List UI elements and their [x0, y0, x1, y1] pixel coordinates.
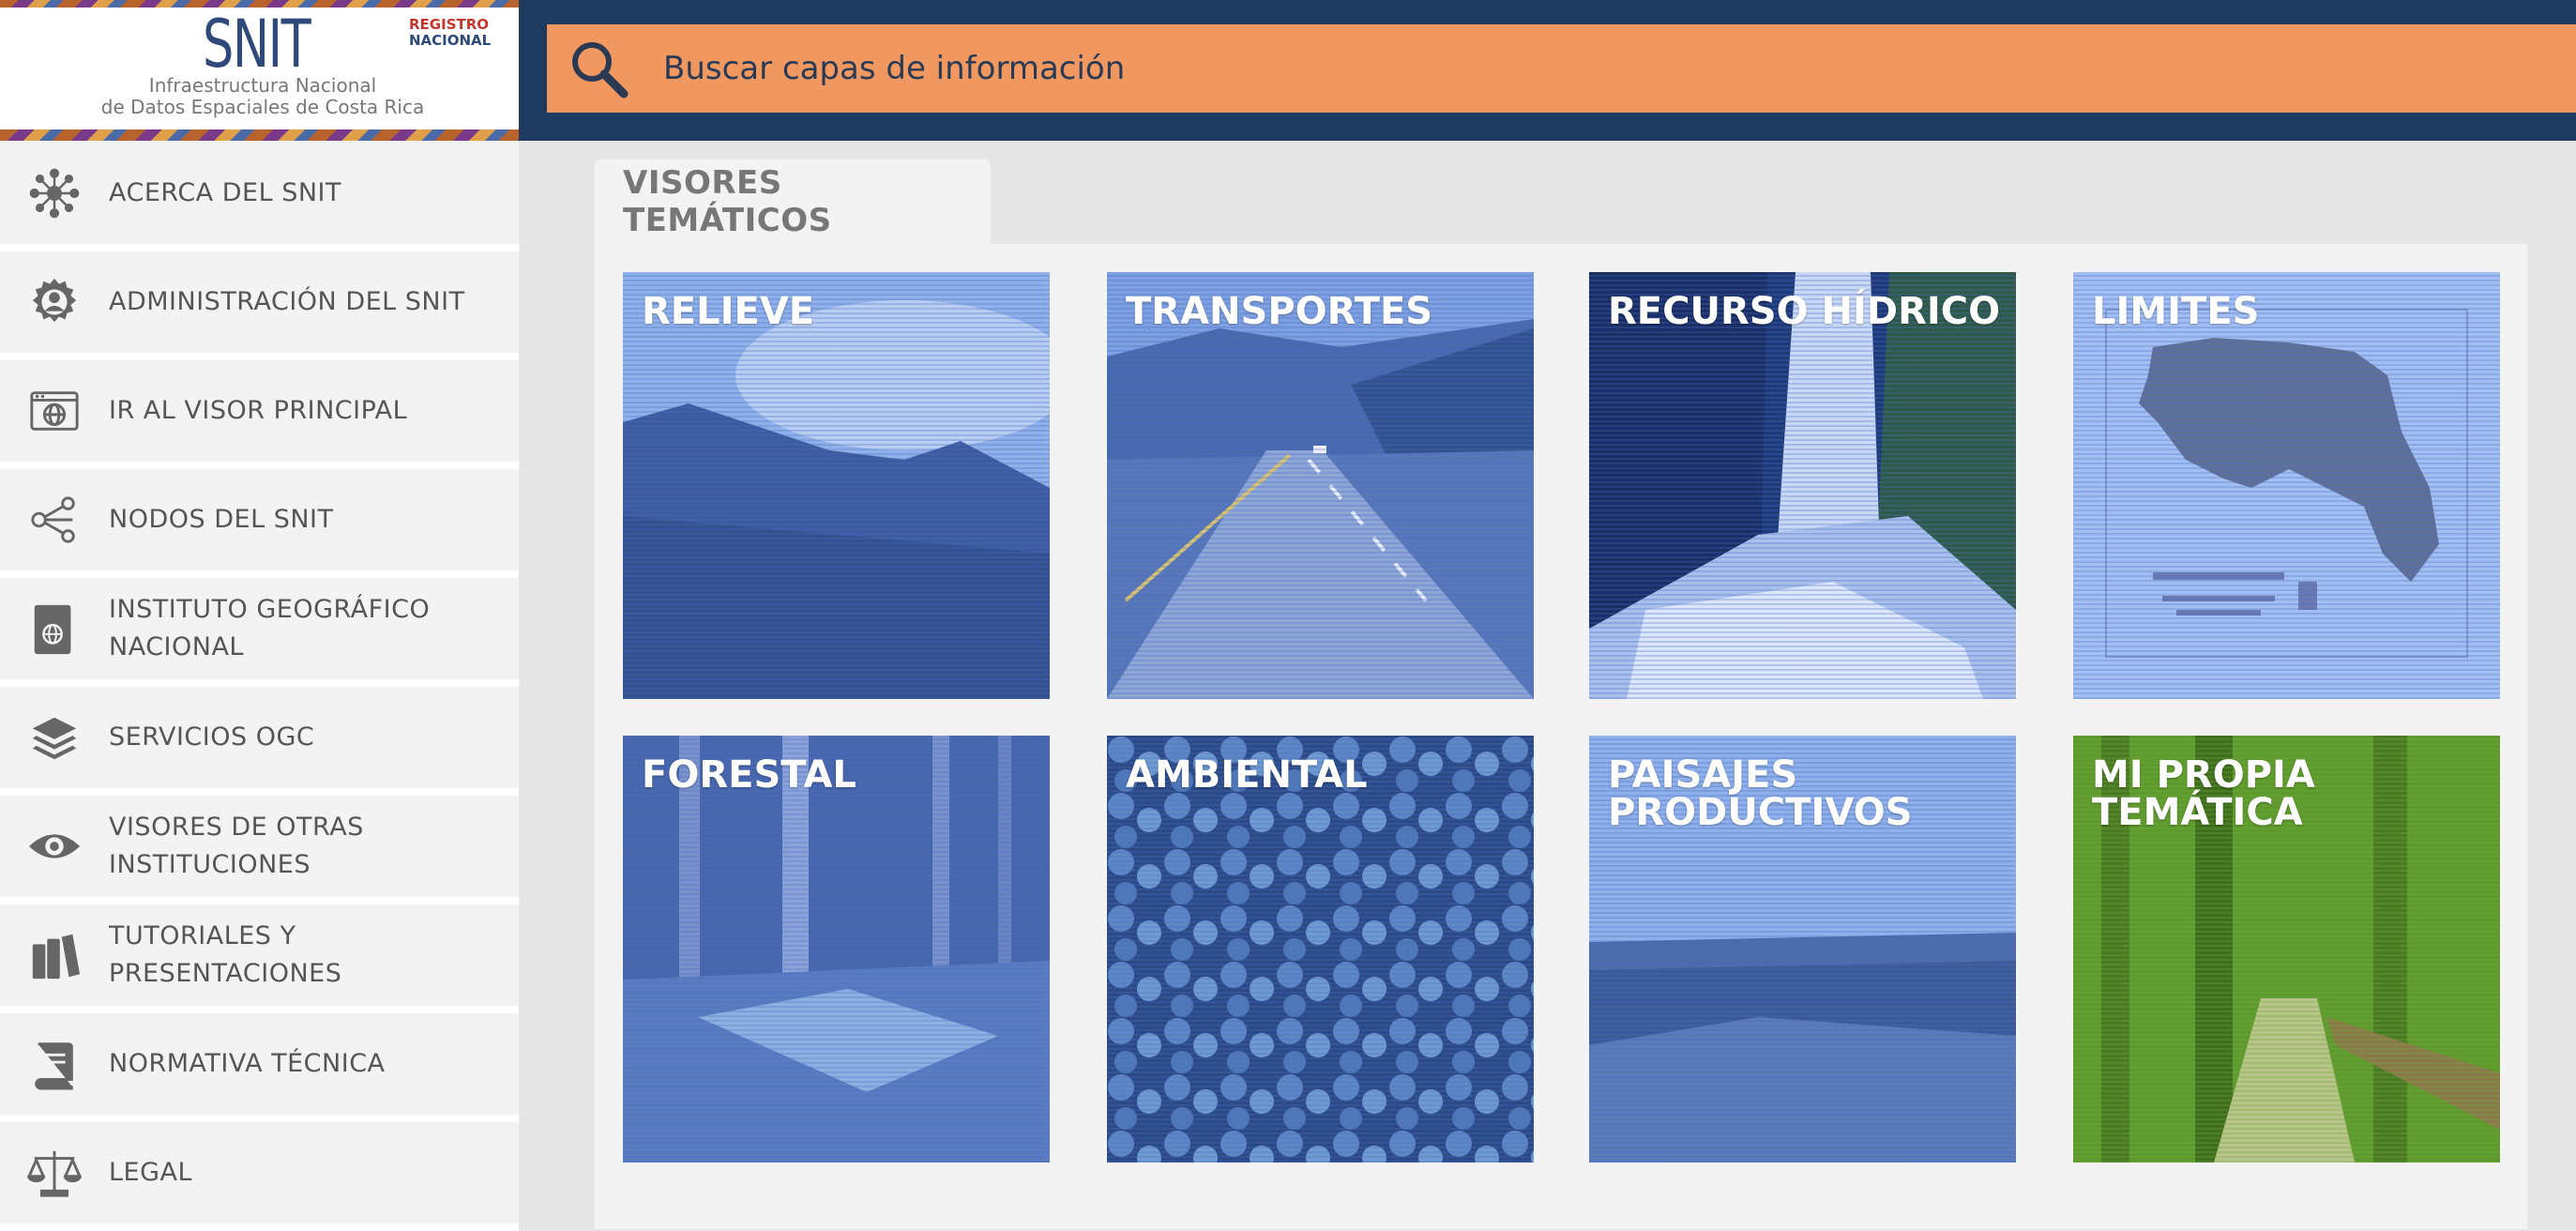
tile-transportes[interactable]: TRANSPORTES: [1107, 272, 1534, 699]
logo-decorative-band-bottom: [0, 129, 519, 141]
tile-title: PAISAJES PRODUCTIVOS: [1608, 753, 1913, 834]
tab-visores-tematicos[interactable]: VISORES TEMÁTICOS: [595, 160, 991, 244]
tile-limites[interactable]: LIMITES: [2073, 272, 2500, 699]
sidebar-item-acerca[interactable]: ACERCA DEL SNIT: [0, 143, 519, 251]
tile-overlay: [1589, 272, 2016, 699]
snit-logo[interactable]: SNIT REGISTRO NACIONAL Infraestructura N…: [0, 0, 519, 141]
sidebar-item-ign[interactable]: INSTITUTO GEOGRÁFICO NACIONAL: [0, 578, 519, 687]
sidebar-item-label: IR AL VISOR PRINCIPAL: [109, 396, 408, 425]
tile-overlay: [1107, 272, 1534, 699]
tile-title: AMBIENTAL: [1126, 753, 1368, 797]
sidebar-item-nodos[interactable]: NODOS DEL SNIT: [0, 469, 519, 578]
sidebar-item-administracion[interactable]: ADMINISTRACIÓN DEL SNIT: [0, 251, 519, 360]
tile-overlay: [1107, 736, 1534, 1163]
sidebar-item-normativa[interactable]: NORMATIVA TÉCNICA: [0, 1013, 519, 1122]
logo-title: SNIT: [203, 6, 311, 83]
globe-book-icon: [26, 600, 83, 657]
sidebar-item-legal[interactable]: LEGAL: [0, 1122, 519, 1231]
tile-ambiental[interactable]: AMBIENTAL: [1107, 736, 1534, 1163]
sidebar-item-label: NODOS DEL SNIT: [109, 505, 334, 534]
sidebar-item-label: ADMINISTRACIÓN DEL SNIT: [109, 287, 465, 316]
share-nodes-icon: [26, 492, 83, 548]
tile-title: MI PROPIA TEMÁTICA: [2092, 753, 2315, 834]
sidebar: SNIT REGISTRO NACIONAL Infraestructura N…: [0, 0, 519, 1231]
tile-recurso-hidrico[interactable]: RECURSO HÍDRICO: [1589, 272, 2016, 699]
sidebar-item-label: INSTITUTO GEOGRÁFICO NACIONAL: [109, 595, 431, 661]
logo-subtitle-line1: Infraestructura Nacional: [148, 74, 377, 97]
layers-icon: [26, 709, 83, 766]
scales-icon: [26, 1145, 83, 1201]
network-icon: [26, 165, 83, 221]
logo-subtitle: Infraestructura Nacional de Datos Espaci…: [94, 75, 432, 118]
search-icon[interactable]: [566, 36, 631, 101]
partner-line2: NACIONAL: [409, 32, 492, 49]
tile-title: FORESTAL: [642, 753, 856, 797]
sidebar-item-otros-visores[interactable]: VISORES DE OTRAS INSTITUCIONES: [0, 796, 519, 904]
tile-forestal[interactable]: FORESTAL: [623, 736, 1050, 1163]
tile-mi-propia-tematica[interactable]: MI PROPIA TEMÁTICA: [2073, 736, 2500, 1163]
search-input[interactable]: Buscar capas de información: [663, 50, 1125, 87]
sidebar-item-label: NORMATIVA TÉCNICA: [109, 1049, 386, 1078]
tab-label: VISORES TEMÁTICOS: [623, 164, 832, 239]
sidebar-item-label: VISORES DE OTRAS INSTITUCIONES: [109, 813, 364, 879]
sidebar-item-tutoriales[interactable]: TUTORIALES Y PRESENTACIONES: [0, 904, 519, 1013]
tile-title: RECURSO HÍDRICO: [1608, 290, 2001, 333]
gear-user-icon: [26, 274, 83, 330]
tile-title: LIMITES: [2092, 290, 2260, 333]
logo-subtitle-line2: de Datos Espaciales de Costa Rica: [100, 96, 425, 118]
books-icon: [26, 927, 83, 983]
browser-globe-icon: [26, 383, 83, 439]
book-icon: [26, 1036, 83, 1092]
sidebar-item-label: SERVICIOS OGC: [109, 722, 315, 752]
partner-line1: REGISTRO: [409, 16, 490, 33]
sidebar-item-label: TUTORIALES Y PRESENTACIONES: [109, 921, 342, 988]
tile-title: RELIEVE: [642, 290, 815, 333]
sidebar-item-visor-principal[interactable]: IR AL VISOR PRINCIPAL: [0, 360, 519, 469]
eye-icon: [26, 818, 83, 874]
sidebar-item-ogc[interactable]: SERVICIOS OGC: [0, 687, 519, 796]
sidebar-item-label: LEGAL: [109, 1158, 193, 1187]
tile-relieve[interactable]: RELIEVE: [623, 272, 1050, 699]
registro-nacional-logo: REGISTRO NACIONAL: [409, 17, 491, 49]
tile-overlay: [623, 736, 1050, 1163]
tile-overlay: [623, 272, 1050, 699]
search-bar[interactable]: Buscar capas de información: [547, 24, 2576, 113]
tile-overlay: [2073, 272, 2500, 699]
sidebar-menu: ACERCA DEL SNIT ADMINISTRACIÓN DEL SNIT …: [0, 143, 519, 1231]
sidebar-item-label: ACERCA DEL SNIT: [109, 178, 341, 207]
tile-paisajes-productivos[interactable]: PAISAJES PRODUCTIVOS: [1589, 736, 2016, 1163]
tile-title: TRANSPORTES: [1126, 290, 1433, 333]
